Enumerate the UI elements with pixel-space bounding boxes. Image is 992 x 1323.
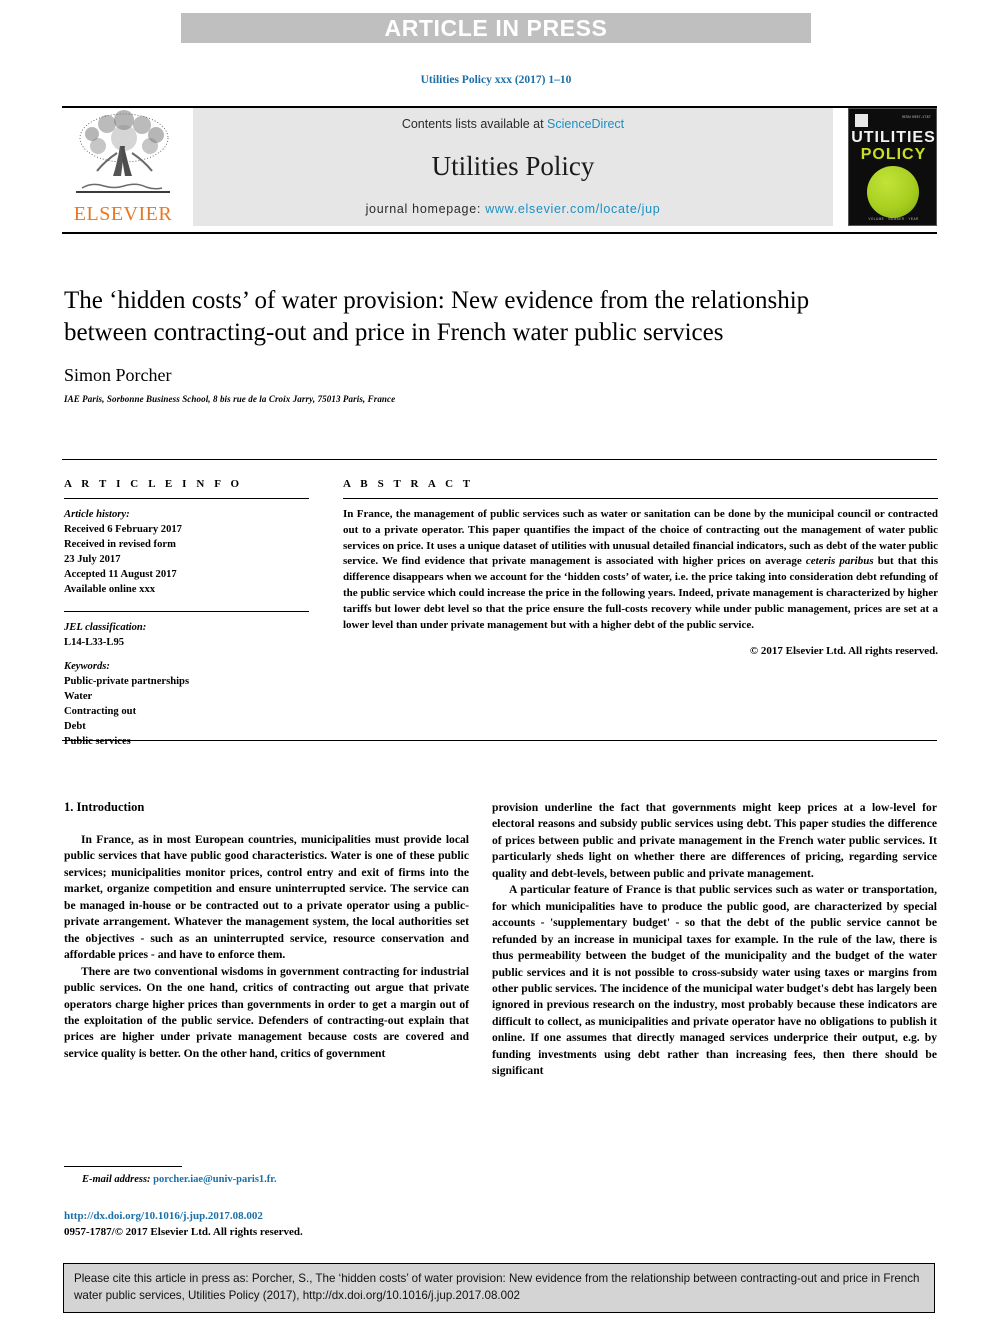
history-line-received: Received 6 February 2017: [64, 524, 182, 536]
author-name: Simon Porcher: [64, 365, 172, 385]
keyword-item: Contracting out: [64, 706, 137, 718]
article-info-divider: [64, 498, 309, 499]
abstract-body: In France, the management of public serv…: [343, 507, 938, 634]
keyword-item: Public services: [64, 736, 131, 748]
page-title: The ‘hidden costs’ of water provision: N…: [64, 287, 810, 346]
history-line-revised-date: 23 July 2017: [64, 554, 121, 566]
abstract-rule-bottom: [62, 740, 937, 741]
article-in-press-banner: ARTICLE IN PRESS: [181, 13, 811, 43]
body-paragraph: There are two conventional wisdoms in go…: [64, 964, 469, 1060]
cover-volume-text: VOLUME · NUMBER · YEAR: [868, 217, 919, 221]
body-column-right: provision underline the fact that govern…: [492, 800, 937, 1080]
citation-box: Please cite this article in press as: Po…: [63, 1263, 935, 1313]
journal-homepage-line: journal homepage: www.elsevier.com/locat…: [366, 202, 661, 216]
abstract-divider: [343, 498, 938, 499]
contents-available-line: Contents lists available at ScienceDirec…: [402, 117, 624, 131]
cover-publisher-icon: [855, 114, 868, 127]
article-info-heading: A R T I C L E I N F O: [64, 478, 243, 490]
article-history-group: Article history: Received 6 February 201…: [64, 507, 309, 597]
history-line-accepted: Accepted 11 August 2017: [64, 569, 177, 581]
keyword-item: Debt: [64, 721, 86, 733]
elsevier-wordmark: ELSEVIER: [73, 203, 173, 225]
abstract-column: A B S T R A C T In France, the managemen…: [343, 478, 938, 657]
jel-group: JEL classification: L14-L33-L95: [64, 620, 309, 650]
article-in-press-label: ARTICLE IN PRESS: [384, 14, 608, 41]
cover-issn-text: ISSN 0957-1787: [901, 115, 931, 119]
journal-header: ELSEVIER Contents lists available at Sci…: [62, 108, 937, 226]
elsevier-logo: ELSEVIER: [62, 108, 184, 226]
keyword-item: Public-private partnerships: [64, 676, 190, 688]
elsevier-tree-icon: [76, 110, 170, 193]
article-history-label: Article history:: [64, 509, 130, 520]
header-rule-bottom: [62, 232, 937, 234]
journal-contents-box: Contents lists available at ScienceDirec…: [193, 108, 833, 226]
jel-label: JEL classification:: [64, 622, 147, 634]
keywords-label: Keywords:: [64, 661, 110, 673]
history-line-revised: Received in revised form: [64, 539, 176, 551]
keywords-group: Keywords: Public-private partnerships Wa…: [64, 659, 309, 749]
keyword-item: Water: [64, 691, 93, 703]
body-paragraph: In France, as in most European countries…: [64, 833, 469, 962]
footnote-rule: [64, 1166, 182, 1167]
history-line-online: Available online xxx: [64, 584, 156, 596]
body-paragraph: provision underline the fact that govern…: [492, 801, 937, 880]
journal-homepage-link[interactable]: www.elsevier.com/locate/jup: [485, 202, 660, 216]
author-affiliation: IAE Paris, Sorbonne Business School, 8 b…: [64, 394, 396, 404]
doi-link[interactable]: http://dx.doi.org/10.1016/j.jup.2017.08.…: [64, 1210, 263, 1222]
cover-title-line2: POLICY: [860, 146, 927, 163]
body-column-left: 1. Introduction In France, as in most Eu…: [64, 800, 469, 1062]
jel-divider: [64, 611, 309, 613]
issn-copyright-line: 0957-1787/© 2017 Elsevier Ltd. All right…: [64, 1226, 303, 1238]
journal-title: Utilities Policy: [431, 151, 595, 181]
abstract-heading: A B S T R A C T: [343, 478, 474, 490]
homepage-label-text: journal homepage:: [365, 202, 486, 216]
corresponding-email-line: E-mail address: porcher.iae@univ-paris1.…: [82, 1174, 277, 1185]
cover-title-line1: UTILITIES: [851, 129, 936, 146]
running-head-citation: Utilities Policy xxx (2017) 1–10: [420, 74, 572, 86]
contents-prefix-text: Contents lists available at: [401, 117, 548, 131]
jel-codes: L14-L33-L95: [64, 637, 125, 649]
citation-text: Please cite this article in press as: Po…: [74, 1272, 920, 1302]
cover-green-circle-graphic: [866, 166, 919, 218]
article-info-column: A R T I C L E I N F O Article history: R…: [64, 478, 309, 749]
abstract-copyright: © 2017 Elsevier Ltd. All rights reserved…: [749, 644, 938, 657]
body-paragraph: A particular feature of France is that p…: [492, 883, 937, 1078]
title-block: The ‘hidden costs’ of water provision: N…: [64, 285, 824, 404]
journal-cover-thumbnail: ISSN 0957-1787 UTILITIES POLICY VOLUME ·…: [848, 108, 937, 226]
abstract-italic-term: ceteris paribus: [805, 555, 874, 568]
email-label: E-mail address:: [82, 1174, 154, 1185]
section-heading-introduction: 1. Introduction: [64, 800, 145, 814]
email-link[interactable]: porcher.iae@univ-paris1.fr.: [153, 1174, 276, 1185]
sciencedirect-link[interactable]: ScienceDirect: [547, 117, 624, 131]
abstract-rule-top: [62, 459, 937, 460]
